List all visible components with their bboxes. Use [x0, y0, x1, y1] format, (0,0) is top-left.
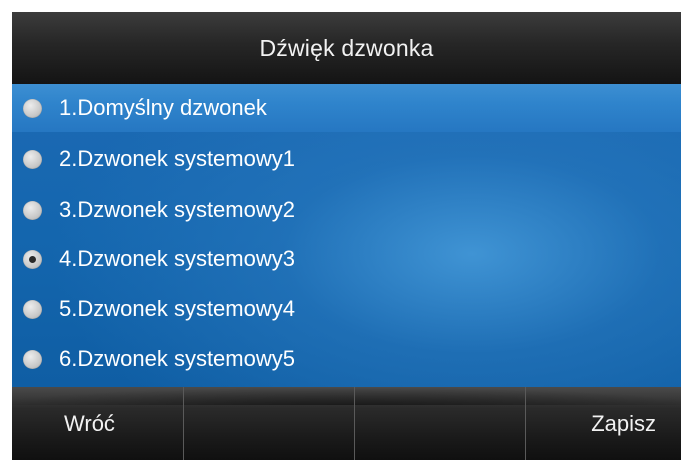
ringtone-item-6[interactable]: 6.Dzwonek systemowy5: [12, 335, 681, 383]
radio-button-icon[interactable]: [23, 349, 42, 369]
ringtone-item-5[interactable]: 5.Dzwonek systemowy4: [12, 285, 681, 333]
radio-button-checked-icon[interactable]: [23, 249, 42, 269]
ringtone-item-1[interactable]: 1.Domyślny dzwonek: [12, 84, 681, 132]
phone-screen: Dźwięk dzwonka 1.Domyślny dzwonek 2.Dzwo…: [12, 12, 681, 460]
save-softkey-label: Zapisz: [591, 410, 656, 436]
softkey-3[interactable]: [355, 387, 525, 460]
ringtone-list: 1.Domyślny dzwonek 2.Dzwonek systemowy1 …: [12, 84, 681, 387]
softkey-2[interactable]: [184, 387, 354, 460]
title-bar: Dźwięk dzwonka: [12, 12, 681, 84]
ringtone-item-4[interactable]: 4.Dzwonek systemowy3: [12, 235, 681, 283]
ringtone-item-label: 2.Dzwonek systemowy1: [59, 146, 295, 171]
ringtone-item-label: 4.Dzwonek systemowy3: [59, 246, 295, 271]
back-softkey-label: Wróć: [64, 410, 115, 436]
ringtone-item-label: 1.Domyślny dzwonek: [59, 95, 267, 120]
page-title: Dźwięk dzwonka: [259, 34, 434, 61]
back-softkey[interactable]: Wróć: [12, 387, 183, 460]
ringtone-item-label: 3.Dzwonek systemowy2: [59, 197, 295, 222]
save-softkey[interactable]: Zapisz: [526, 387, 681, 460]
radio-button-icon[interactable]: [23, 149, 42, 169]
ringtone-item-label: 6.Dzwonek systemowy5: [59, 346, 295, 371]
softkey-bar: Wróć Zapisz: [12, 387, 681, 460]
ringtone-item-label: 5.Dzwonek systemowy4: [59, 296, 295, 321]
ringtone-item-3[interactable]: 3.Dzwonek systemowy2: [12, 186, 681, 234]
ringtone-item-2[interactable]: 2.Dzwonek systemowy1: [12, 135, 681, 183]
radio-button-icon[interactable]: [23, 200, 42, 220]
radio-button-icon[interactable]: [23, 299, 42, 319]
radio-button-icon[interactable]: [23, 98, 42, 118]
